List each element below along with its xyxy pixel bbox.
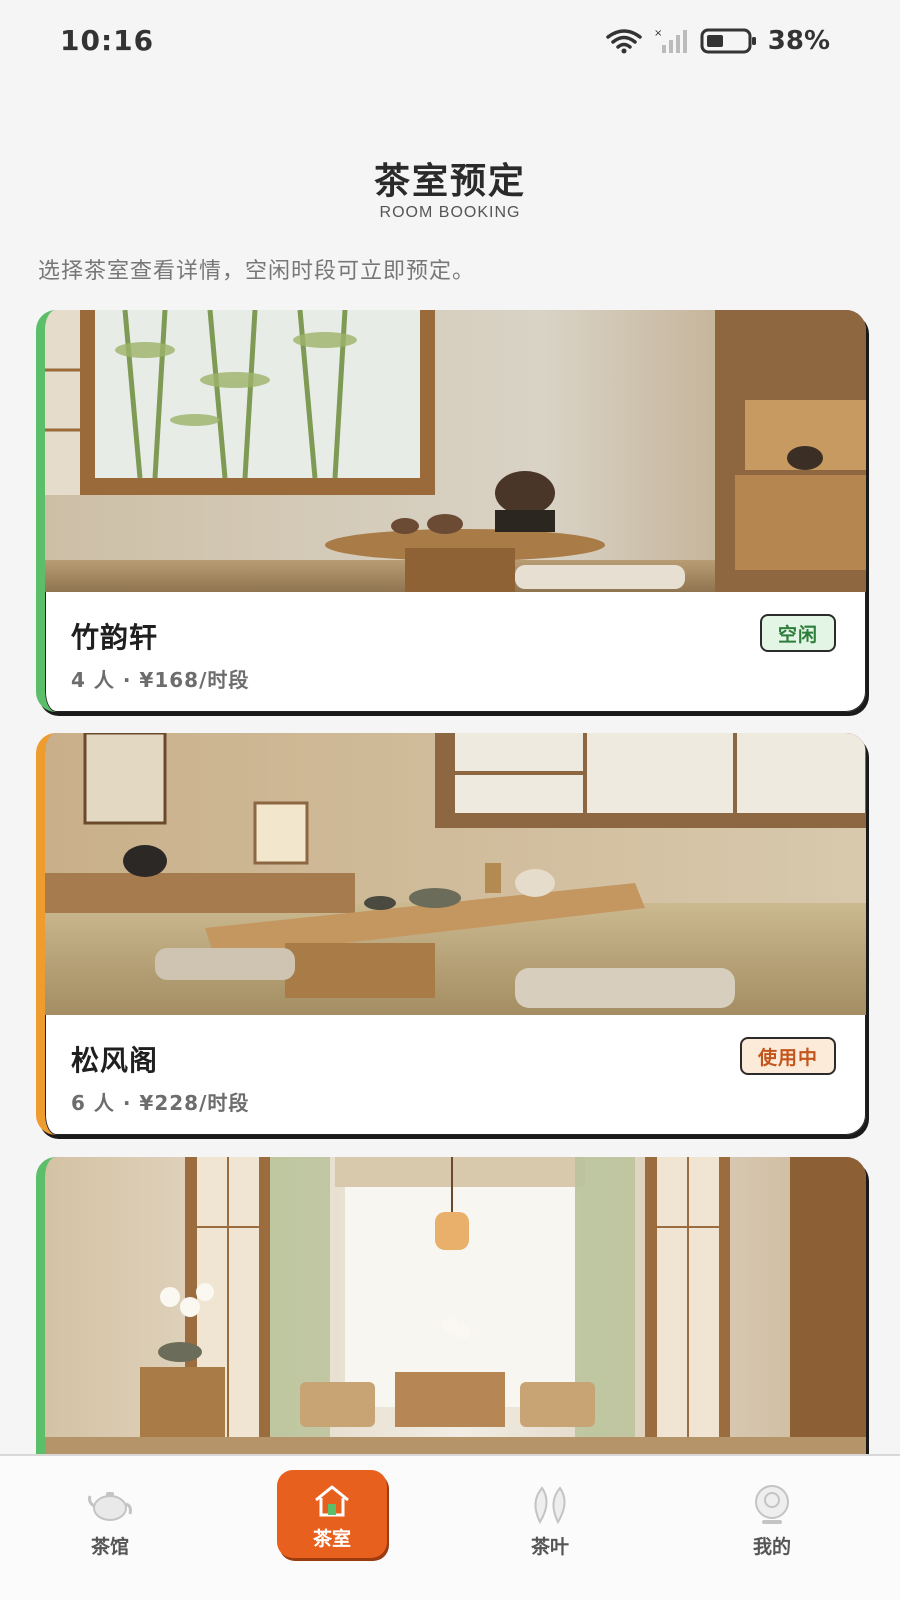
status-icons: × 38%: [604, 26, 830, 56]
room-image: [45, 310, 866, 592]
nav-item-tearoom[interactable]: 茶室: [277, 1470, 387, 1558]
nav-item-teahouse[interactable]: 茶馆: [50, 1456, 170, 1600]
status-badge: 空闲: [759, 614, 836, 652]
room-image: [45, 733, 866, 1015]
status-badge: 使用中: [739, 1037, 836, 1075]
room-name: 松风阁: [71, 1044, 159, 1077]
battery-icon: [700, 28, 756, 54]
nav-label: 茶馆: [90, 1536, 129, 1558]
bottom-nav: 茶馆 茶叶 我的: [0, 1454, 900, 1600]
room-card-body: 竹韵轩 4 人 · ¥168/时段 空闲: [45, 592, 866, 712]
teapot-icon: [88, 1492, 132, 1521]
room-meta: 6 人 · ¥228/时段: [71, 1091, 250, 1115]
signal-icon: ×: [654, 28, 687, 53]
room-name: 竹韵轩: [71, 621, 159, 654]
status-bar: 10:16 × 38%: [0, 0, 900, 74]
room-card-body: 松风阁 6 人 · ¥228/时段 使用中: [45, 1015, 866, 1135]
room-card[interactable]: 松风阁 6 人 · ¥228/时段 使用中: [36, 733, 866, 1135]
status-time: 10:16: [60, 24, 155, 57]
nav-label: 茶叶: [530, 1536, 569, 1558]
leaf-icon: [534, 1486, 566, 1525]
nav-label: 我的: [752, 1536, 791, 1558]
user-icon: [755, 1485, 789, 1524]
wifi-icon: [606, 29, 642, 54]
svg-text:×: ×: [654, 28, 662, 39]
page-title: 茶室预定: [373, 161, 526, 202]
nav-label: 茶室: [312, 1528, 351, 1550]
battery-percent: 38%: [767, 26, 830, 56]
room-card[interactable]: [36, 1157, 866, 1457]
page-subtitle: ROOM BOOKING: [379, 204, 521, 221]
room-image: [45, 1157, 866, 1457]
room-card[interactable]: 竹韵轩 4 人 · ¥168/时段 空闲: [36, 310, 866, 712]
room-meta: 4 人 · ¥168/时段: [71, 668, 250, 692]
nav-item-leaves[interactable]: 茶叶: [490, 1456, 610, 1600]
page-description: 选择茶室查看详情，空闲时段可立即预定。: [38, 259, 476, 284]
nav-item-profile[interactable]: 我的: [712, 1456, 832, 1600]
home-icon: [315, 1485, 349, 1517]
